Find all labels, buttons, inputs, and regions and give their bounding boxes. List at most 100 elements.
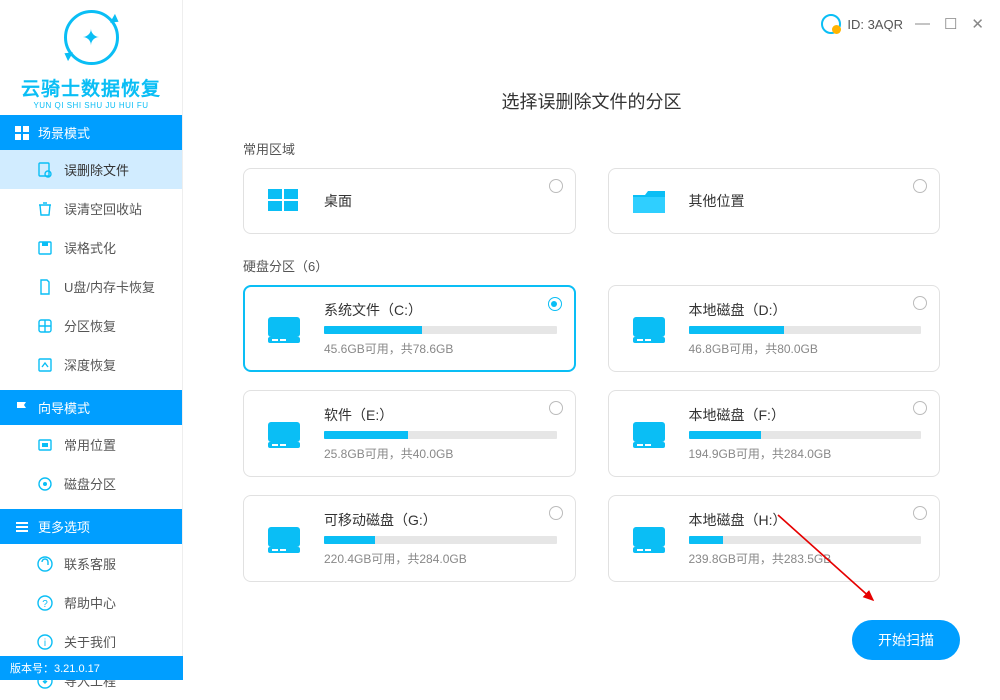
file-search-icon <box>36 161 54 179</box>
disk-subtext: 25.8GB可用，共40.0GB <box>324 445 557 462</box>
help-icon: ? <box>36 594 54 612</box>
svg-text:?: ? <box>42 599 48 610</box>
disk-subtext: 45.6GB可用，共78.6GB <box>324 340 557 357</box>
disk-title: 系统文件（C:） <box>324 300 557 320</box>
drive-icon <box>627 521 671 557</box>
disk-card-e[interactable]: 软件（E:） 25.8GB可用，共40.0GB <box>243 390 576 477</box>
disk-card-f[interactable]: 本地磁盘（F:） 194.9GB可用，共284.0GB <box>608 390 941 477</box>
usage-bar <box>324 536 557 544</box>
radio-indicator <box>548 297 562 311</box>
sd-card-icon <box>36 278 54 296</box>
svg-text:i: i <box>44 638 46 649</box>
save-icon <box>36 239 54 257</box>
sidebar-item-label: 误格式化 <box>64 238 116 257</box>
menu-icon <box>14 519 30 535</box>
usage-bar <box>324 431 557 439</box>
drive-icon <box>262 521 306 557</box>
sidebar-item-deleted-files[interactable]: 误删除文件 <box>0 150 182 189</box>
version-bar: 版本号：3.21.0.17 <box>0 656 183 680</box>
start-scan-button[interactable]: 开始扫描 <box>852 620 960 660</box>
disk-card-d[interactable]: 本地磁盘（D:） 46.8GB可用，共80.0GB <box>608 285 941 372</box>
location-icon <box>36 436 54 454</box>
user-id-text: ID: 3AQR <box>847 17 903 32</box>
sidebar-item-label: 深度恢复 <box>64 355 116 374</box>
radio-indicator <box>549 506 563 520</box>
grid-icon <box>14 125 30 141</box>
usage-bar <box>689 536 922 544</box>
card-title: 桌面 <box>324 191 352 211</box>
trash-icon <box>36 200 54 218</box>
partition-icon <box>36 317 54 335</box>
disk-subtext: 239.8GB可用，共283.5GB <box>689 550 922 567</box>
radio-indicator <box>913 506 927 520</box>
sidebar-item-label: 误删除文件 <box>64 160 129 179</box>
usage-bar-fill <box>324 536 375 544</box>
maximize-button[interactable]: ☐ <box>944 15 957 33</box>
sidebar-header-label: 更多选项 <box>38 517 90 536</box>
drive-icon <box>627 416 671 452</box>
minimize-button[interactable]: — <box>915 15 930 33</box>
card-other-location[interactable]: 其他位置 <box>608 168 941 234</box>
sidebar-item-label: 关于我们 <box>64 632 116 651</box>
sidebar-header-more-options[interactable]: 更多选项 <box>0 509 182 544</box>
headset-icon <box>36 555 54 573</box>
sidebar-item-label: 常用位置 <box>64 435 116 454</box>
card-title: 其他位置 <box>689 191 745 211</box>
disk-subtext: 194.9GB可用，共284.0GB <box>689 445 922 462</box>
sidebar-item-label: U盘/内存卡恢复 <box>64 277 155 296</box>
drive-icon <box>262 416 306 452</box>
info-icon: i <box>36 633 54 651</box>
disk-icon <box>36 475 54 493</box>
disk-title: 软件（E:） <box>324 405 557 425</box>
sidebar-header-scene-mode[interactable]: 场景模式 <box>0 115 182 150</box>
radio-indicator <box>913 179 927 193</box>
sidebar-item-label: 分区恢复 <box>64 316 116 335</box>
sidebar-item-partition[interactable]: 分区恢复 <box>0 306 182 345</box>
usage-bar <box>689 326 922 334</box>
sidebar-item-disk-partition[interactable]: 磁盘分区 <box>0 464 182 503</box>
disk-title: 可移动磁盘（G:） <box>324 510 557 530</box>
close-button[interactable]: ✕ <box>971 15 984 33</box>
usage-bar-fill <box>324 326 422 334</box>
disk-card-c[interactable]: 系统文件（C:） 45.6GB可用，共78.6GB <box>243 285 576 372</box>
usage-bar <box>689 431 922 439</box>
sidebar-header-wizard-mode[interactable]: 向导模式 <box>0 390 182 425</box>
app-logo-icon: ✦ <box>64 10 119 65</box>
radio-indicator <box>913 296 927 310</box>
radio-indicator <box>549 401 563 415</box>
disk-card-g[interactable]: 可移动磁盘（G:） 220.4GB可用，共284.0GB <box>243 495 576 582</box>
disk-card-h[interactable]: 本地磁盘（H:） 239.8GB可用，共283.5GB <box>608 495 941 582</box>
radio-indicator <box>913 401 927 415</box>
usage-bar-fill <box>324 431 408 439</box>
brand-subtitle: YUN QI SHI SHU JU HUI FU <box>0 101 182 110</box>
usage-bar <box>324 326 557 334</box>
card-desktop[interactable]: 桌面 <box>243 168 576 234</box>
deep-scan-icon <box>36 356 54 374</box>
logo-area: ✦ 云骑士数据恢复 YUN QI SHI SHU JU HUI FU <box>0 0 182 115</box>
sidebar-item-common-location[interactable]: 常用位置 <box>0 425 182 464</box>
usage-bar-fill <box>689 536 724 544</box>
sidebar-item-label: 磁盘分区 <box>64 474 116 493</box>
sidebar-item-recycle-bin[interactable]: 误清空回收站 <box>0 189 182 228</box>
flag-icon <box>14 400 30 416</box>
sidebar-header-label: 向导模式 <box>38 398 90 417</box>
sidebar-item-contact-support[interactable]: 联系客服 <box>0 544 182 583</box>
user-id-badge[interactable]: ID: 3AQR <box>821 14 903 34</box>
windows-icon <box>262 183 306 219</box>
sidebar-item-label: 误清空回收站 <box>64 199 142 218</box>
disk-title: 本地磁盘（F:） <box>689 405 922 425</box>
sidebar-item-usb-sd[interactable]: U盘/内存卡恢复 <box>0 267 182 306</box>
user-icon <box>821 14 841 34</box>
page-title: 选择误删除文件的分区 <box>183 88 1000 114</box>
section-label-common: 常用区域 <box>243 139 940 158</box>
disk-subtext: 220.4GB可用，共284.0GB <box>324 550 557 567</box>
sidebar-item-format[interactable]: 误格式化 <box>0 228 182 267</box>
sidebar-item-help-center[interactable]: ? 帮助中心 <box>0 583 182 622</box>
disk-title: 本地磁盘（H:） <box>689 510 922 530</box>
brand-name: 云骑士数据恢复 <box>0 74 182 101</box>
sidebar-header-label: 场景模式 <box>38 123 90 142</box>
sidebar-item-deep-scan[interactable]: 深度恢复 <box>0 345 182 384</box>
section-label-disks: 硬盘分区（6） <box>243 256 940 275</box>
usage-bar-fill <box>689 326 784 334</box>
sidebar: ✦ 云骑士数据恢复 YUN QI SHI SHU JU HUI FU 场景模式 … <box>0 0 183 680</box>
